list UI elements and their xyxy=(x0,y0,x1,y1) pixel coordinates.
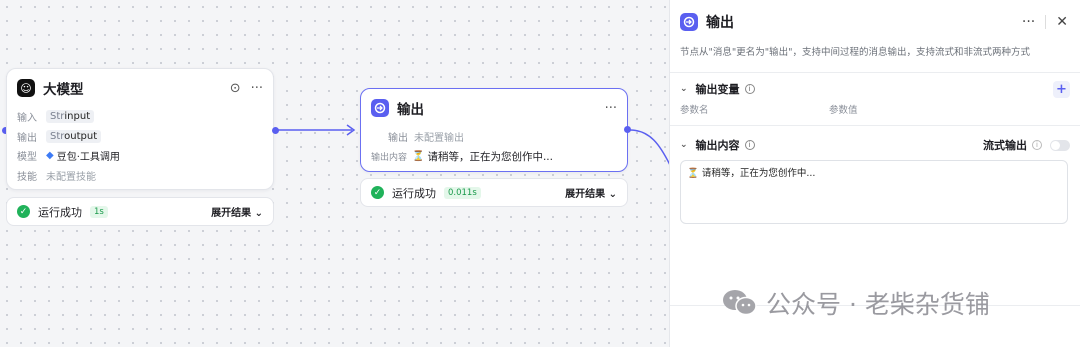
output-node-port[interactable] xyxy=(624,126,631,133)
llm-output-row: 输出 Stroutput xyxy=(7,127,273,147)
llm-node-title: 大模型 xyxy=(43,82,84,98)
column-param-name: 参数名 xyxy=(680,105,709,116)
more-icon[interactable]: ··· xyxy=(1022,14,1035,30)
output-expand-button[interactable]: 展开结果 ⌄ xyxy=(565,185,617,200)
check-icon: ✓ xyxy=(17,205,30,218)
output-config-value: 未配置输出 xyxy=(414,133,464,145)
info-icon[interactable]: i xyxy=(744,84,755,94)
llm-node-header: ☺ 大模型 ⊙ ··· xyxy=(7,69,273,107)
output-node-title: 输出 xyxy=(397,102,424,118)
hourglass-icon: ⏳ xyxy=(412,150,425,162)
output-content-title: 输出内容 xyxy=(695,139,740,152)
wechat-icon xyxy=(723,290,757,316)
input-value: input xyxy=(64,111,91,123)
run-icon[interactable]: ⊙ xyxy=(230,81,241,96)
output-node-icon xyxy=(680,13,698,31)
llm-duration-badge: 1s xyxy=(90,205,108,218)
output-status-text: 运行成功 xyxy=(392,186,436,200)
check-icon: ✓ xyxy=(371,186,384,199)
llm-status-bar: ✓ 运行成功 1s 展开结果 ⌄ xyxy=(6,197,274,226)
edge-output-to-next xyxy=(629,129,671,166)
output-duration-badge: 0.011s xyxy=(444,186,481,199)
stream-output-control: 流式输出 i xyxy=(983,137,1070,153)
input-type: Str xyxy=(50,111,65,123)
output-expand-label: 展开结果 xyxy=(565,189,606,200)
llm-node[interactable]: ☺ 大模型 ⊙ ··· 输入 Strinput 输出 Stroutput 模型 … xyxy=(6,68,279,190)
llm-output-port[interactable] xyxy=(272,127,279,134)
output-node-icon xyxy=(371,99,389,117)
chevron-down-icon: ⌄ xyxy=(680,140,688,150)
input-key: 输入 xyxy=(17,113,37,125)
more-icon[interactable]: ··· xyxy=(251,81,263,96)
doubao-icon: ◆ xyxy=(46,150,54,162)
output-key: 输出 xyxy=(17,132,37,144)
llm-expand-label: 展开结果 xyxy=(211,208,252,219)
close-icon[interactable]: ✕ xyxy=(1056,14,1068,30)
robot-icon: ☺ xyxy=(17,79,35,97)
output-variables-title: 输出变量 xyxy=(695,83,740,96)
skills-key: 技能 xyxy=(17,171,37,183)
output-content-section[interactable]: ⌄ 输出内容 i 流式输出 i xyxy=(670,132,1080,158)
output-content-text: 请稍等，正在为您创作中... xyxy=(701,168,816,179)
divider xyxy=(1045,15,1047,29)
model-value: 豆包·工具调用 xyxy=(56,152,120,164)
model-key: 模型 xyxy=(17,152,37,164)
stream-output-label: 流式输出 xyxy=(983,139,1027,152)
panel-title: 输出 xyxy=(706,15,734,31)
output-content-row: 输出内容 ⏳ 请稍等，正在为您创作中... xyxy=(361,147,627,167)
output-variables-section[interactable]: ⌄ 输出变量 i + xyxy=(670,76,1080,102)
output-value: output xyxy=(64,130,98,142)
output-content-key: 输出内容 xyxy=(371,152,408,163)
output-node[interactable]: 输出 ··· 输出 未配置输出 输出内容 ⏳ 请稍等，正在为您创作中... xyxy=(360,88,631,172)
input-tag: Strinput xyxy=(46,110,95,124)
chevron-down-icon: ⌄ xyxy=(608,189,617,200)
watermark: 公众号 · 老柴杂货铺 xyxy=(722,285,990,321)
llm-skills-row: 技能 未配置技能 xyxy=(7,166,273,186)
add-variable-button[interactable]: + xyxy=(1053,80,1070,98)
llm-expand-button[interactable]: 展开结果 ⌄ xyxy=(211,204,263,219)
output-status-bar: ✓ 运行成功 0.011s 展开结果 ⌄ xyxy=(360,178,628,207)
hourglass-icon: ⏳ xyxy=(687,168,699,179)
variables-columns: 参数名 参数值 xyxy=(670,102,1080,118)
skills-value: 未配置技能 xyxy=(46,171,96,183)
watermark-text: 公众号 · 老柴杂货铺 xyxy=(766,290,990,319)
chevron-down-icon: ⌄ xyxy=(254,208,263,219)
output-content-value: 请稍等，正在为您创作中... xyxy=(427,150,553,163)
info-icon[interactable]: i xyxy=(1032,140,1042,150)
output-content-editor[interactable]: ⏳ 请稍等，正在为您创作中... xyxy=(680,160,1068,224)
output-config-row: 输出 未配置输出 xyxy=(361,127,627,147)
output-tag: Stroutput xyxy=(46,129,102,143)
llm-input-row: 输入 Strinput xyxy=(7,107,273,127)
chevron-down-icon: ⌄ xyxy=(680,84,688,94)
panel-description: 节点从"消息"更名为"输出"，支持中间过程的消息输出，支持流式和非流式两种方式 xyxy=(680,47,1030,58)
output-type: Str xyxy=(50,130,65,142)
llm-status-text: 运行成功 xyxy=(38,205,82,219)
stream-output-toggle[interactable] xyxy=(1050,139,1070,151)
more-icon[interactable]: ··· xyxy=(605,101,617,116)
panel-header: 输出 ··· ✕ xyxy=(670,0,1080,44)
output-node-header: 输出 ··· xyxy=(361,89,627,127)
info-icon[interactable]: i xyxy=(744,140,755,150)
llm-model-row: 模型 ◆ 豆包·工具调用 xyxy=(7,146,273,166)
column-param-value: 参数值 xyxy=(829,105,858,116)
output-config-key: 输出 xyxy=(388,133,408,145)
